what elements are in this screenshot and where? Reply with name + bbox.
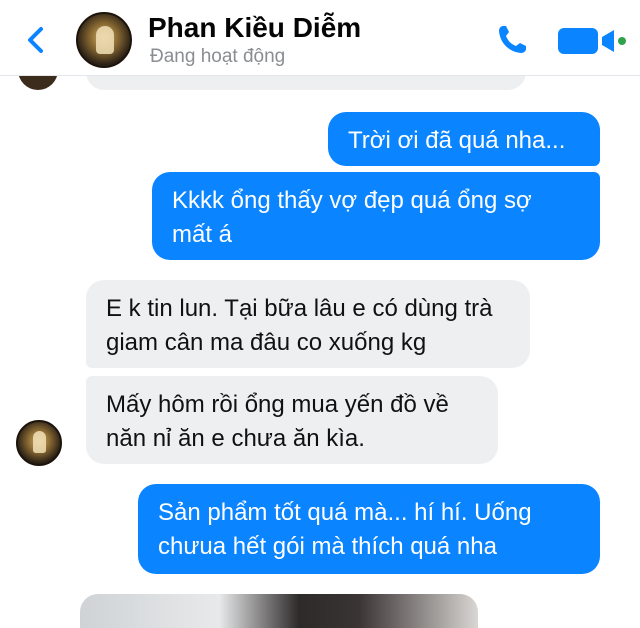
chat-header: Phan Kiều Diễm Đang hoạt động [0, 0, 640, 76]
video-camera-icon[interactable] [556, 22, 626, 58]
contact-name[interactable]: Phan Kiều Diễm [148, 12, 361, 44]
phone-icon[interactable] [494, 22, 530, 58]
active-status: Đang hoạt động [150, 46, 286, 67]
message-bubble-outgoing[interactable]: Sản phẩm tốt quá mà... hí hí. Uống chưua… [138, 484, 600, 574]
message-bubble-outgoing[interactable]: Kkkk ổng thấy vợ đẹp quá ổng sợ mất á [152, 172, 600, 260]
contact-avatar[interactable] [76, 12, 132, 68]
message-bubble-incoming[interactable]: E k tin lun. Tại bữa lâu e có dùng trà g… [86, 280, 530, 368]
back-chevron-icon[interactable] [18, 22, 54, 58]
sender-avatar[interactable] [16, 420, 62, 466]
message-bubble-outgoing[interactable]: Trời ơi đã quá nha... [328, 112, 600, 166]
message-bubble-incoming[interactable]: Mấy hôm rồi ổng mua yến đồ về năn nỉ ăn … [86, 376, 498, 464]
photo-message[interactable] [80, 594, 478, 628]
